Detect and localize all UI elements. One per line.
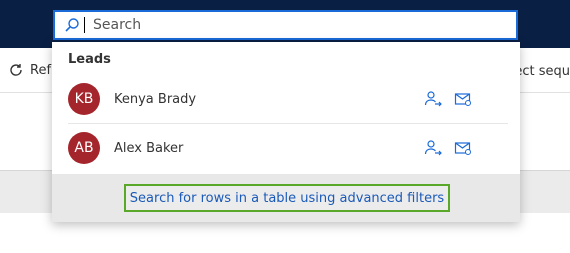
- email-icon: [454, 93, 471, 106]
- assign-button[interactable]: [422, 88, 444, 110]
- email-button[interactable]: [452, 137, 474, 159]
- assign-person-icon: [424, 140, 442, 156]
- avatar: AB: [68, 132, 100, 164]
- result-name[interactable]: Alex Baker: [114, 141, 414, 156]
- global-search-box[interactable]: [53, 10, 518, 40]
- results-group-title: Leads: [68, 52, 111, 67]
- refresh-icon: [10, 64, 22, 76]
- assign-person-icon: [424, 91, 442, 107]
- avatar: KB: [68, 83, 100, 115]
- result-row[interactable]: KB Kenya Brady: [68, 75, 508, 124]
- search-icon: [65, 18, 79, 32]
- dropdown-footer: Search for rows in a table using advance…: [52, 174, 520, 222]
- advanced-filters-link[interactable]: Search for rows in a table using advance…: [124, 184, 450, 212]
- sequence-command-label[interactable]: ect sequ: [514, 64, 570, 79]
- result-row[interactable]: AB Alex Baker: [68, 124, 508, 172]
- text-caret: [84, 17, 85, 33]
- result-name[interactable]: Kenya Brady: [114, 92, 414, 107]
- assign-button[interactable]: [422, 137, 444, 159]
- search-input[interactable]: [91, 16, 515, 34]
- refresh-button[interactable]: Refr: [8, 62, 56, 78]
- search-suggestions-dropdown: Leads KB Kenya Brady AB Alex Baker Searc…: [52, 42, 520, 222]
- email-icon: [454, 142, 471, 155]
- email-button[interactable]: [452, 88, 474, 110]
